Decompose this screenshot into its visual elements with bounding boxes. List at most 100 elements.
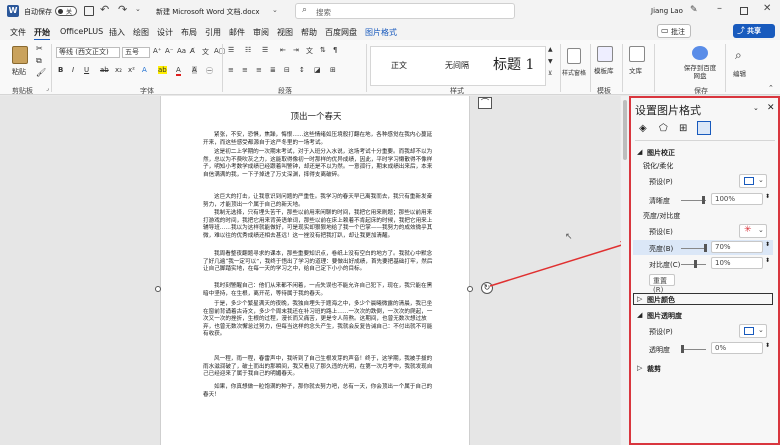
tab-layout[interactable]: 布局 xyxy=(181,27,197,38)
gallery-up-icon[interactable]: ▲ xyxy=(548,46,553,53)
section-crop[interactable]: 裁剪 xyxy=(647,364,661,374)
tab-help[interactable]: 帮助 xyxy=(301,27,317,38)
tab-draw[interactable]: 绘图 xyxy=(133,27,149,38)
restore-icon[interactable] xyxy=(740,7,748,15)
gallery-down-icon[interactable]: ▼ xyxy=(548,58,553,65)
document-page[interactable]: ⌒ 顶出一个春天 紧张，不安，恐惧，焦躁，悔恨……这些情绪如压境般打翻在地，各种… xyxy=(160,96,492,445)
subscript-icon[interactable]: x₂ xyxy=(115,66,122,74)
decrease-indent-icon[interactable]: ⇤ xyxy=(280,46,286,54)
cut-icon[interactable]: ✂ xyxy=(36,44,43,53)
user-name[interactable]: Jiang Lao xyxy=(651,7,683,15)
borders-icon[interactable]: ⊞ xyxy=(330,66,336,74)
char-shading-icon[interactable]: A xyxy=(192,66,197,74)
redo-icon[interactable]: ↷ xyxy=(118,3,127,16)
search-box[interactable]: ⌕ 搜索 xyxy=(295,3,515,19)
clear-format-icon[interactable]: A̸ xyxy=(190,47,195,55)
tab-picture-format[interactable]: 图片格式 xyxy=(365,27,397,38)
strikethrough-icon[interactable]: ab xyxy=(100,66,109,74)
tab-view[interactable]: 视图 xyxy=(277,27,293,38)
autosave-toggle[interactable]: 关 xyxy=(55,6,77,16)
phonetic-icon[interactable]: 文 xyxy=(202,47,209,57)
section-color[interactable]: 图片颜色 xyxy=(647,295,675,305)
save-icon[interactable] xyxy=(84,6,94,16)
bold-icon[interactable]: B xyxy=(58,66,63,74)
minimize-icon[interactable]: – xyxy=(717,3,722,14)
line-spacing-icon[interactable]: ↕ xyxy=(299,66,305,74)
title-dropdown-icon[interactable]: ⌄ xyxy=(272,6,278,14)
selection-handle-left[interactable] xyxy=(155,286,161,292)
baidu-save-icon[interactable] xyxy=(692,46,708,60)
paste-icon[interactable] xyxy=(12,46,28,64)
copy-icon[interactable]: ⧉ xyxy=(36,56,42,66)
show-marks-icon[interactable]: ¶ xyxy=(333,46,337,54)
styles-pane-label[interactable]: 样式窗格 xyxy=(562,68,586,77)
numbering-icon[interactable]: ☷ xyxy=(245,46,251,54)
align-right-icon[interactable]: ≡ xyxy=(256,66,262,74)
layout-size-icon[interactable]: ⊞ xyxy=(679,123,687,134)
section-transparency[interactable]: 图片透明度 xyxy=(647,311,682,321)
brightness-slider-thumb[interactable] xyxy=(704,244,707,252)
fill-line-icon[interactable]: ◈ xyxy=(639,123,647,134)
section-toggle-icon[interactable]: ▷ xyxy=(637,364,642,372)
tab-baidu-netdisk[interactable]: 百度网盘 xyxy=(325,27,357,38)
char-border-icon[interactable]: A▢ xyxy=(214,47,225,55)
transparency-slider-thumb[interactable] xyxy=(681,345,684,353)
stepper-icon[interactable]: ⬍ xyxy=(765,257,770,264)
transparency-slider[interactable] xyxy=(681,349,706,350)
stepper-icon[interactable]: ⬍ xyxy=(765,241,770,248)
clarity-slider-thumb[interactable] xyxy=(702,196,705,204)
section-toggle-icon[interactable]: ▷ xyxy=(637,295,642,303)
styles-pane-icon[interactable] xyxy=(567,48,581,64)
comment-button[interactable]: ▭ 批注 xyxy=(657,24,691,38)
brightness-slider[interactable] xyxy=(681,248,706,249)
reset-button[interactable]: 重置(R) xyxy=(649,274,675,294)
transparency-input[interactable]: 0% xyxy=(711,342,763,354)
align-center-icon[interactable]: ≡ xyxy=(242,66,248,74)
pane-close-icon[interactable]: ✕ xyxy=(767,103,775,113)
section-correction[interactable]: 图片校正 xyxy=(647,148,675,158)
edit-label[interactable]: 编辑 xyxy=(733,68,746,78)
style-heading-1[interactable]: 标题 1 xyxy=(493,54,534,74)
shading-icon[interactable]: ◪ xyxy=(314,66,321,74)
close-window-icon[interactable]: ✕ xyxy=(763,3,771,14)
change-case-icon[interactable]: Aa xyxy=(177,47,186,55)
effects-icon[interactable]: ⬠ xyxy=(659,123,668,134)
justify-icon[interactable]: ≣ xyxy=(270,66,276,74)
enclose-char-icon[interactable]: ㊀ xyxy=(206,66,213,76)
sharpen-preset-button[interactable]: ⌄ xyxy=(739,174,767,188)
transparency-preset-button[interactable]: ⌄ xyxy=(739,324,767,338)
tab-file[interactable]: 文件 xyxy=(10,27,26,38)
template-icon[interactable] xyxy=(597,46,613,62)
template-label[interactable]: 模板库 xyxy=(594,65,614,75)
shrink-font-icon[interactable]: A⁻ xyxy=(165,47,173,55)
tab-design[interactable]: 设计 xyxy=(157,27,173,38)
tab-insert[interactable]: 插入 xyxy=(109,27,125,38)
gallery-more-icon[interactable]: ⊻ xyxy=(548,70,552,77)
pen-icon[interactable]: ✎ xyxy=(690,5,698,15)
doc-library-icon[interactable] xyxy=(629,46,645,62)
layout-options-icon[interactable]: ⌒ xyxy=(478,97,492,109)
bullets-icon[interactable]: ☰ xyxy=(228,46,234,54)
font-size-select[interactable]: 五号 xyxy=(122,47,150,58)
style-normal[interactable]: 正文 xyxy=(391,60,407,71)
grow-font-icon[interactable]: A⁺ xyxy=(153,47,161,55)
style-no-spacing[interactable]: 无间隔 xyxy=(445,60,469,71)
chinese-layout-icon[interactable]: 文 xyxy=(306,46,313,56)
tab-mailings[interactable]: 邮件 xyxy=(229,27,245,38)
pane-options-icon[interactable]: ⌄ xyxy=(753,104,759,112)
contrast-input[interactable]: 10% xyxy=(711,257,763,269)
baidu-save-label[interactable]: 保存到百度网盘 xyxy=(683,64,717,80)
section-toggle-icon[interactable]: ◢ xyxy=(637,148,642,156)
ribbon-collapse-icon[interactable]: ⌃ xyxy=(768,84,774,92)
increase-indent-icon[interactable]: ⇥ xyxy=(293,46,299,54)
picture-icon[interactable] xyxy=(697,121,711,135)
tab-review[interactable]: 审阅 xyxy=(253,27,269,38)
section-toggle-icon[interactable]: ◢ xyxy=(637,311,642,319)
text-effects-icon[interactable]: A xyxy=(142,66,147,74)
contrast-slider-thumb[interactable] xyxy=(694,260,697,268)
font-name-select[interactable]: 等线 (西文正文) xyxy=(56,47,120,58)
stepper-icon[interactable]: ⬍ xyxy=(765,342,770,349)
tab-home[interactable]: 开始 xyxy=(34,27,50,41)
superscript-icon[interactable]: x² xyxy=(128,66,135,74)
dialog-launcher-icon[interactable]: ⌟ xyxy=(46,85,49,92)
